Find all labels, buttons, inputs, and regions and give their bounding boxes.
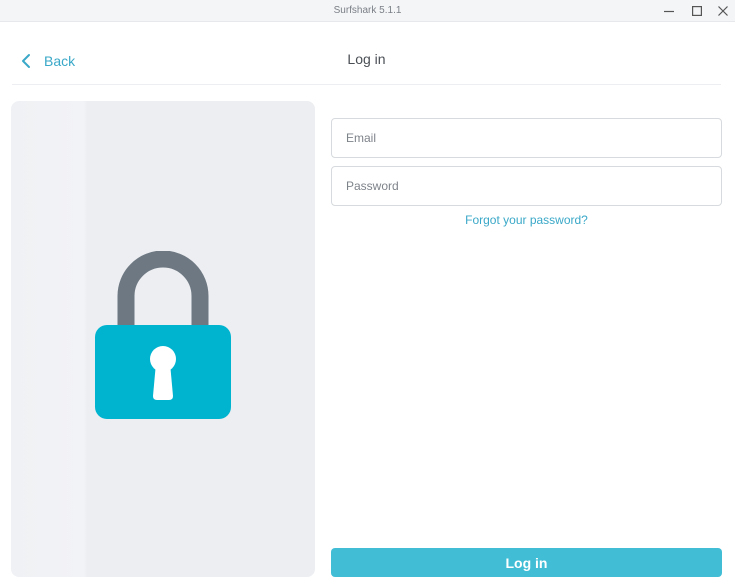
minimize-button[interactable]	[656, 0, 682, 22]
close-icon	[718, 6, 728, 16]
page-header: Back Log in	[12, 22, 721, 85]
padlock-icon	[95, 251, 231, 419]
illustration-panel	[11, 101, 315, 577]
window-title: Surfshark 5.1.1	[333, 5, 402, 16]
close-button[interactable]	[710, 0, 735, 22]
maximize-icon	[692, 6, 702, 16]
login-button[interactable]: Log in	[331, 548, 722, 577]
minimize-icon	[664, 10, 674, 13]
email-input[interactable]	[332, 119, 721, 157]
maximize-button[interactable]	[684, 0, 710, 22]
app-window: Surfshark 5.1.1 Back Log in Email Forgot…	[0, 0, 735, 588]
password-field[interactable]	[331, 166, 722, 206]
email-field[interactable]	[331, 118, 722, 158]
forgot-password-link[interactable]: Forgot your password?	[331, 213, 722, 227]
password-input[interactable]	[332, 167, 721, 205]
page-title: Log in	[347, 51, 386, 67]
title-bar[interactable]: Surfshark 5.1.1	[0, 0, 735, 22]
